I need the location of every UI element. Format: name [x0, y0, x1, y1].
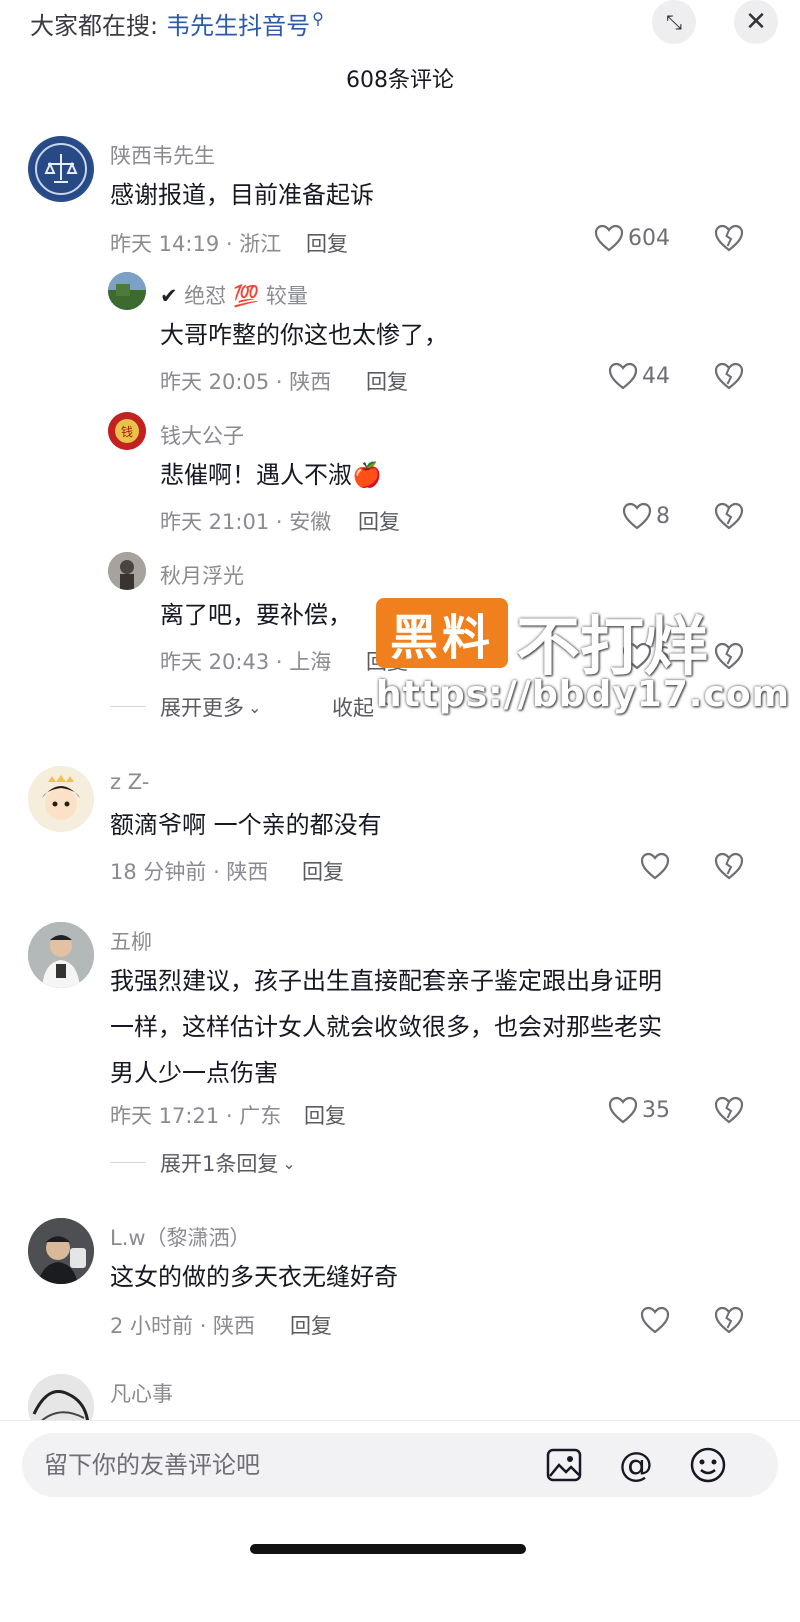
broken-heart-icon [714, 502, 744, 530]
watermark-url: https://bbdy17.com [376, 674, 791, 715]
avatar[interactable] [28, 136, 94, 202]
like-button[interactable]: 44 [608, 362, 670, 390]
avatar[interactable]: 钱 [108, 412, 146, 450]
expand-replies-button[interactable]: 展开1条回复 ⌄ [160, 1148, 296, 1178]
smiley-icon [690, 1447, 726, 1483]
heart-icon [608, 362, 638, 390]
reply-text: 离了吧，要补偿， [160, 601, 352, 629]
like-count: 35 [642, 1097, 670, 1123]
expand-more-button[interactable]: 展开更多 ⌄ [160, 692, 261, 722]
like-count: 8 [656, 503, 670, 529]
comment-meta: 18 分钟前 · 陕西 [110, 860, 269, 884]
mention-button[interactable]: @ [616, 1445, 656, 1485]
trending-search[interactable]: 大家都在搜: 韦先生抖音号 ⚲ [30, 6, 324, 40]
broken-heart-icon [714, 224, 744, 252]
heart-icon [608, 1096, 638, 1124]
reply-username[interactable]: ✔ 绝怼 💯 较量 [160, 280, 308, 310]
verified-icon: ✔ [160, 284, 178, 308]
reply-button[interactable]: 回复 [366, 366, 408, 396]
reply-button[interactable]: 回复 [304, 1100, 346, 1130]
broken-heart-icon [714, 1306, 744, 1334]
heart-icon [640, 1306, 670, 1334]
heart-icon [594, 224, 624, 252]
reply-meta: 昨天 20:05 · 陕西 [160, 370, 332, 394]
reply-username[interactable]: 秋月浮光 [160, 560, 244, 590]
comment-meta: 昨天 14:19 · 浙江 [110, 232, 282, 256]
comment-username[interactable]: 五柳 [110, 926, 152, 956]
close-icon: ✕ [745, 7, 767, 37]
comment-text-line: 男人少一点伤害 [110, 1059, 278, 1087]
reply-button[interactable]: 回复 [302, 856, 344, 886]
dislike-button[interactable] [714, 1306, 744, 1338]
heart-icon [640, 852, 670, 880]
collapse-icon: ⤡ [666, 10, 682, 34]
chevron-down-icon: ⌄ [282, 1153, 296, 1173]
comment-username[interactable]: L.w（黎潇洒） [110, 1222, 251, 1252]
reply-meta: 昨天 20:43 · 上海 [160, 650, 332, 674]
comment-text: 感谢报道，目前准备起诉 [110, 181, 374, 209]
trending-search-prefix: 大家都在搜: [30, 11, 159, 40]
comment-count: 608条评论 [346, 68, 454, 93]
reply-text: 悲催啊！遇人不淑🍎 [160, 461, 382, 489]
broken-heart-icon [714, 642, 744, 670]
like-button[interactable] [640, 852, 674, 880]
comment-input-pill: @ [22, 1433, 778, 1497]
like-button[interactable]: 8 [622, 502, 670, 530]
comment-input[interactable] [44, 1433, 524, 1497]
svg-text:钱: 钱 [121, 424, 133, 439]
comment-username[interactable]: 陕西韦先生 [110, 140, 215, 170]
avatar[interactable] [28, 922, 94, 988]
comment-meta: 2 小时前 · 陕西 [110, 1314, 256, 1338]
comment-input-bar: @ [0, 1420, 800, 1622]
heart-icon [622, 502, 652, 530]
reply-meta: 昨天 21:01 · 安徽 [160, 510, 332, 534]
image-picker-button[interactable] [544, 1445, 584, 1485]
divider [110, 1162, 146, 1163]
avatar[interactable] [108, 272, 146, 310]
home-indicator[interactable] [250, 1544, 526, 1554]
dislike-button[interactable] [714, 502, 744, 534]
comment-meta: 昨天 17:21 · 广东 [110, 1104, 282, 1128]
watermark-logo: 黑料 [376, 598, 508, 668]
like-button[interactable] [640, 1306, 674, 1334]
broken-heart-icon [714, 852, 744, 880]
dislike-button[interactable] [714, 1096, 744, 1128]
close-button[interactable]: ✕ [734, 0, 778, 44]
collapse-button[interactable]: ⤡ [652, 0, 696, 44]
avatar[interactable] [28, 1218, 94, 1284]
reply-button[interactable]: 回复 [290, 1310, 332, 1340]
comment-text-line: 一样，这样估计女人就会收敛很多，也会对那些老实 [110, 1013, 662, 1041]
comment-text: 额滴爷啊 一个亲的都没有 [110, 811, 382, 839]
avatar[interactable] [28, 766, 94, 832]
broken-heart-icon [714, 1096, 744, 1124]
apple-emoji-icon: 🍎 [352, 461, 382, 489]
avatar[interactable] [108, 552, 146, 590]
comment-username[interactable]: z Z- [110, 770, 149, 794]
dislike-button[interactable] [714, 224, 744, 256]
comment-text: 这女的做的多天衣无缝好奇 [110, 1263, 398, 1291]
broken-heart-icon [714, 362, 744, 390]
like-button[interactable]: 604 [594, 224, 670, 252]
like-button[interactable]: 35 [608, 1096, 670, 1124]
comment-username[interactable]: 凡心事 [110, 1378, 173, 1408]
reply-username[interactable]: 钱大公子 [160, 420, 244, 450]
dislike-button[interactable] [714, 362, 744, 394]
dislike-button[interactable] [714, 852, 744, 884]
emoji-button[interactable] [688, 1445, 728, 1485]
divider [110, 706, 146, 707]
search-icon: ⚲ [312, 8, 324, 28]
reply-button[interactable]: 回复 [358, 506, 400, 536]
like-count: 604 [628, 225, 670, 251]
at-icon: @ [619, 1445, 653, 1485]
comment-text-line: 我强烈建议，孩子出生直接配套亲子鉴定跟出身证明 [110, 967, 662, 995]
trending-search-keyword[interactable]: 韦先生抖音号 [166, 6, 310, 41]
like-count: 44 [642, 363, 670, 389]
reply-text: 大哥咋整的你这也太惨了， [160, 321, 448, 349]
image-icon [546, 1448, 582, 1482]
reply-button[interactable]: 回复 [306, 228, 348, 258]
chevron-down-icon: ⌄ [248, 697, 262, 717]
dislike-button[interactable] [714, 642, 744, 674]
